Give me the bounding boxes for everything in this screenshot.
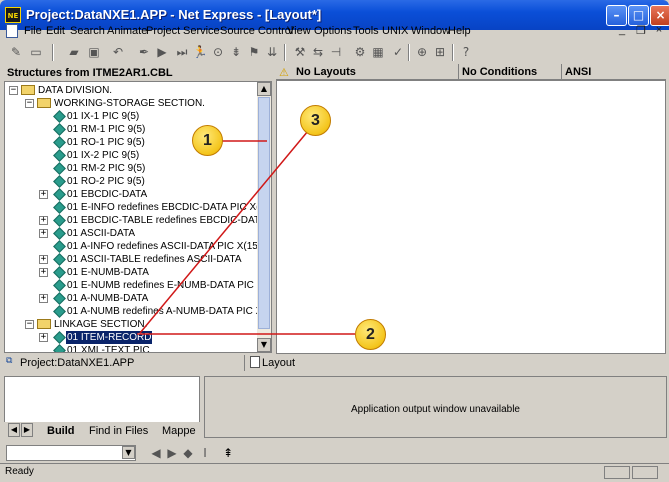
callout-1: 1 (192, 125, 223, 156)
callout-line-3 (139, 130, 309, 334)
callout-2: 2 (355, 319, 386, 350)
callout-lines (137, 130, 355, 335)
callout-3: 3 (300, 105, 331, 136)
